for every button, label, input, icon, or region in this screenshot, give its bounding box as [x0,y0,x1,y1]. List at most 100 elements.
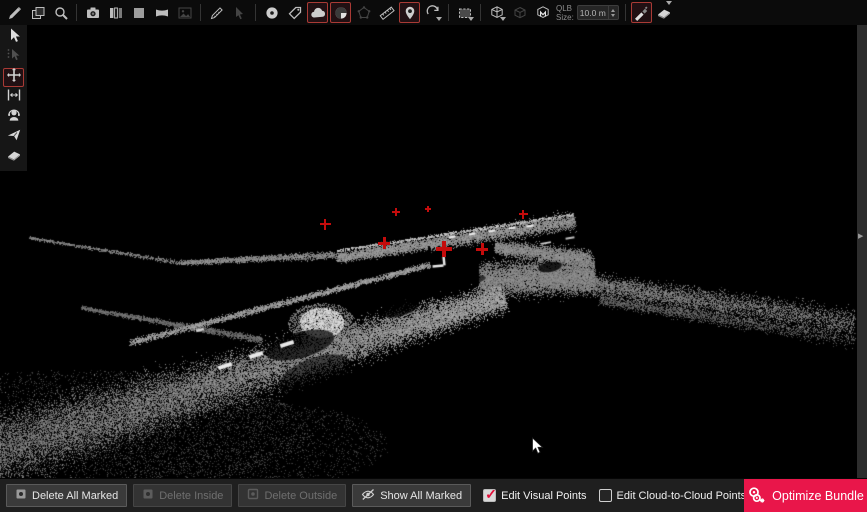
disc-display-toggle-button[interactable] [261,2,282,23]
clip-box-axes-button[interactable] [486,2,507,23]
marquee-select-tool-button[interactable] [454,2,475,23]
button-label: Delete Inside [159,490,223,502]
fly-navigate-tool-button[interactable] [3,128,24,147]
arrow-icon [6,27,22,48]
annotate-tool-button[interactable] [4,2,25,23]
image-view-button [174,2,195,23]
optimize-bundle-label: Optimize Bundle [772,489,864,503]
distance-measure-tool-button[interactable] [3,88,24,107]
mouse-cursor [531,437,544,461]
duplicate-window-button[interactable] [27,2,48,23]
point-cloud-editor-window: QLBSize: 10.0 m [0,0,867,512]
button-label: Show All Marked [380,490,462,502]
contrast-display-toggle-button[interactable] [330,2,351,23]
pin-icon [402,5,418,21]
toolbar-separator [200,4,201,21]
contrast-icon [333,5,349,21]
clip-box-m-button[interactable] [532,2,553,23]
chevron-down-icon[interactable] [468,17,474,21]
select-cursor-tool-button[interactable] [3,28,24,47]
edit-mode-checkboxes: ✓ Edit Visual Points Edit Cloud-to-Cloud… [471,489,746,502]
collapsed-side-panel[interactable]: ▶ [857,25,867,478]
panorama-icon [154,5,170,21]
point-cloud-toggle-button[interactable] [307,2,328,23]
3d-viewport[interactable] [0,25,857,478]
solid-view-button[interactable] [128,2,149,23]
tag-icon [287,5,303,21]
arrow-dots-icon [6,47,22,68]
button-label: Delete All Marked [32,490,118,502]
toolbar-separator [448,4,449,21]
chevron-down-icon[interactable] [500,17,506,21]
mesh-display-toggle-button [353,2,374,23]
checkbox-label: Edit Cloud-to-Cloud Points [617,490,747,502]
windows-icon [30,5,46,21]
point-cloud-canvas[interactable] [0,25,857,478]
chevron-down-icon[interactable] [436,17,442,21]
person-icon [6,107,22,128]
checkbox-unchecked-icon[interactable] [599,489,612,502]
zoom-region-tool-button[interactable] [50,2,71,23]
orbit-rotate-tool-button[interactable] [422,2,443,23]
multi-select-cursor-tool-button [3,48,24,67]
pick-point-tool-button [229,2,250,23]
toolbar-separator [255,4,256,21]
eraser-edit-tool-button[interactable] [654,2,675,23]
box-m-icon [535,5,551,21]
edit-visual-points-checkbox[interactable]: ✓ Edit Visual Points [483,489,586,502]
qlb-size-input[interactable]: 10.0 m [577,5,619,20]
camera-icon [85,5,101,21]
width-icon [6,87,22,108]
measure-tool-button[interactable] [206,2,227,23]
checkbox-checked-icon[interactable]: ✓ [483,489,496,502]
network-icon [356,5,372,21]
expand-panel-icon[interactable]: ▶ [858,232,863,240]
delete-inside-button: Delete Inside [133,484,232,507]
mark-square-icon [142,488,154,503]
toolbar-separator [480,4,481,21]
camera-view-button[interactable] [82,2,103,23]
mark-square-icon [15,488,27,503]
pan-move-tool-button[interactable] [3,68,24,87]
button-label: Delete Outside [264,490,337,502]
cursor-small-icon [232,5,248,21]
eraser-icon [6,147,22,168]
person-view-tool-button[interactable] [3,108,24,127]
top-toolbar: QLBSize: 10.0 m [0,0,867,25]
split-view-button[interactable] [105,2,126,23]
disc-icon [264,5,280,21]
box-icon [512,5,528,21]
panorama-view-button[interactable] [151,2,172,23]
eraser-icon [656,5,672,21]
clip-box-button [509,2,530,23]
edit-cloud-to-cloud-checkbox[interactable]: Edit Cloud-to-Cloud Points [599,489,747,502]
chevron-down-icon[interactable] [666,1,672,5]
delete-all-marked-button[interactable]: Delete All Marked [6,484,127,507]
pin-display-toggle-button[interactable] [399,2,420,23]
trowel-icon [633,5,649,21]
bottom-buttons: Delete All Marked Delete Inside Delete O… [0,484,471,507]
zoom-region-icon [53,5,69,21]
plane-icon [6,127,22,148]
tag-display-toggle-button[interactable] [284,2,305,23]
ruler-icon [379,5,395,21]
ruler-display-toggle-button[interactable] [376,2,397,23]
move-icon [6,67,22,88]
show-all-marked-button[interactable]: Show All Marked [352,484,471,507]
tag-pen-icon [7,5,23,21]
qlb-size-label: QLBSize: [556,4,574,22]
mark-square-o-icon [247,488,259,503]
optimize-bundle-button[interactable]: Optimize Bundle [744,479,867,512]
eraser-3d-tool-button[interactable] [3,148,24,167]
left-toolbar [0,25,27,171]
qlb-size-field: QLBSize: 10.0 m [556,4,619,22]
optimize-bundle-icon [747,486,766,507]
delete-outside-button: Delete Outside [238,484,346,507]
qlb-size-stepper[interactable] [608,6,618,19]
toolbar-separator [76,4,77,21]
qlb-size-value: 10.0 m [578,8,608,18]
square-icon [131,5,147,21]
cloud-icon [310,5,326,21]
image-icon [177,5,193,21]
trowel-edit-tool-button[interactable] [631,2,652,23]
